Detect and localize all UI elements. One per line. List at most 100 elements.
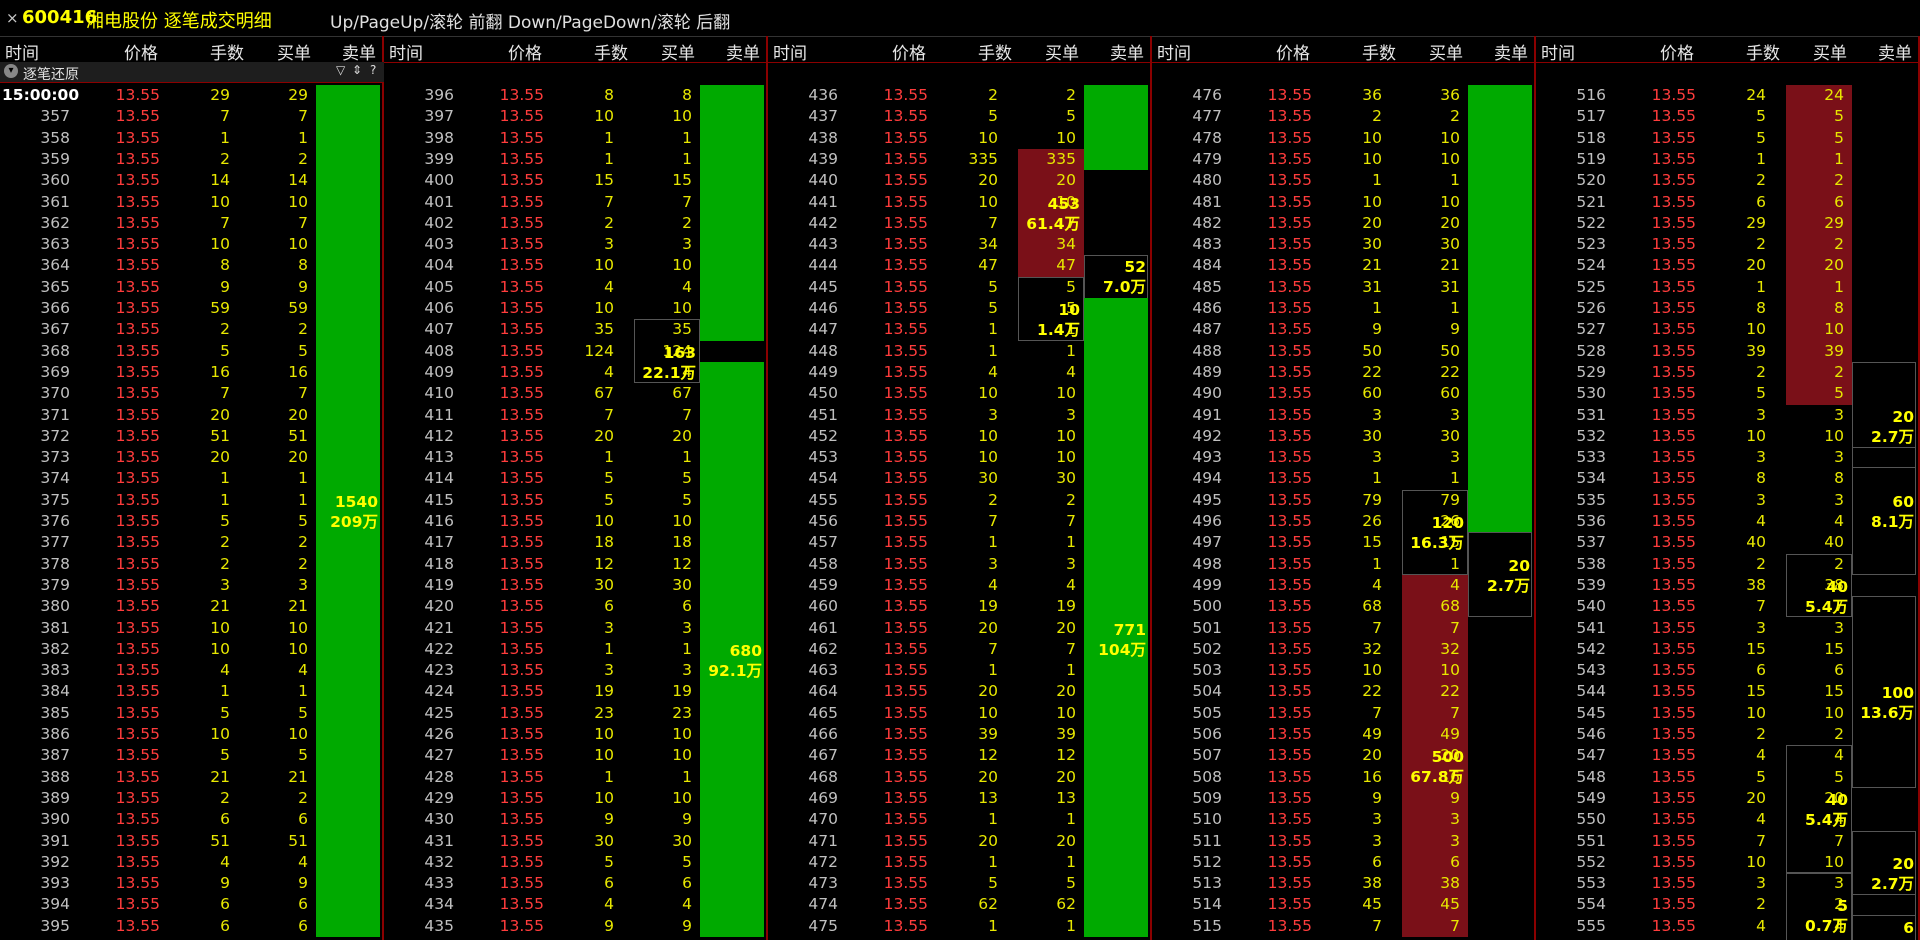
column-header: 时间 价格 手数 买单 卖单 <box>768 36 1150 64</box>
tick-time: 509 <box>1192 788 1222 807</box>
header-time[interactable]: 时间 <box>1541 39 1575 64</box>
header-price[interactable]: 价格 <box>124 39 158 64</box>
tick-time: 534 <box>1576 469 1606 488</box>
header-buy[interactable]: 买单 <box>661 39 695 64</box>
restore-label[interactable]: 逐笔还原 <box>23 64 79 84</box>
tick-price: 13.55 <box>1267 426 1312 445</box>
tick-time: 381 <box>40 618 70 637</box>
tick-row: 445 13.55 5 5 <box>768 277 1150 298</box>
tick-lots: 35 <box>594 320 614 339</box>
tick-order: 10 <box>1440 661 1460 680</box>
tick-order: 335 <box>1046 149 1076 168</box>
header-time[interactable]: 时间 <box>389 39 423 64</box>
tick-price: 13.55 <box>115 107 160 126</box>
tick-lots: 6 <box>1372 852 1382 871</box>
tick-price: 13.55 <box>1651 299 1696 317</box>
header-sell[interactable]: 卖单 <box>1878 39 1912 64</box>
tick-row: 508 13.55 16 16 <box>1152 767 1534 788</box>
sort-icon[interactable]: ⇕ <box>352 63 362 77</box>
tick-lots: 1 <box>988 916 998 935</box>
tick-time: 424 <box>424 682 454 701</box>
tick-order: 34 <box>1056 235 1076 254</box>
header-lots[interactable]: 手数 <box>1362 39 1396 64</box>
tick-price: 13.55 <box>115 916 160 935</box>
tick-lots: 30 <box>594 575 614 594</box>
tick-row: 449 13.55 4 4 <box>768 362 1150 383</box>
header-buy[interactable]: 买单 <box>277 39 311 64</box>
header-sell[interactable]: 卖单 <box>726 39 760 64</box>
tick-column: 时间 价格 手数 买单 卖单 396 13.55 8 8 397 13.55 10 10 398 13.55… <box>384 36 768 940</box>
tick-lots: 1 <box>604 639 614 658</box>
header-time[interactable]: 时间 <box>5 39 39 64</box>
tick-row: 456 13.55 7 7 <box>768 511 1150 532</box>
tick-lots: 5 <box>1756 767 1766 786</box>
tick-time: 492 <box>1192 426 1222 445</box>
header-lots[interactable]: 手数 <box>210 39 244 64</box>
tick-order: 7 <box>1450 618 1460 637</box>
tick-time: 543 <box>1576 661 1606 680</box>
tick-price: 13.55 <box>1651 213 1696 232</box>
help-icon[interactable]: ? <box>370 63 376 77</box>
tick-lots: 10 <box>210 235 230 254</box>
chevron-down-icon[interactable]: ▾ <box>4 64 18 78</box>
tick-order: 6 <box>1834 192 1844 211</box>
tick-order: 15 <box>672 171 692 190</box>
tick-time: 393 <box>40 874 70 893</box>
tick-lots: 20 <box>210 405 230 424</box>
tick-time: 401 <box>424 192 454 211</box>
filter-icon[interactable]: ▽ <box>336 63 345 77</box>
tick-order: 6 <box>298 810 308 829</box>
tick-price: 13.55 <box>499 299 544 317</box>
tick-price: 13.55 <box>499 554 544 573</box>
tick-time: 377 <box>40 533 70 552</box>
tick-row: 529 13.55 2 2 <box>1536 362 1918 383</box>
tick-row: 433 13.55 6 6 <box>384 873 766 894</box>
tick-lots: 9 <box>604 810 614 829</box>
header-lots[interactable]: 手数 <box>594 39 628 64</box>
tick-row: 459 13.55 4 4 <box>768 575 1150 596</box>
header-sell[interactable]: 卖单 <box>1110 39 1144 64</box>
tick-price: 13.55 <box>499 192 544 211</box>
tick-price: 13.55 <box>115 788 160 807</box>
tick-price: 13.55 <box>1651 362 1696 381</box>
header-sell[interactable]: 卖单 <box>1494 39 1528 64</box>
tick-price: 13.55 <box>499 788 544 807</box>
header-lots[interactable]: 手数 <box>978 39 1012 64</box>
tick-lots: 10 <box>978 128 998 147</box>
tick-row: 447 13.55 1 1 <box>768 319 1150 340</box>
tick-price: 13.55 <box>499 597 544 616</box>
tick-lots: 10 <box>1746 852 1766 871</box>
tick-lots: 1 <box>1756 277 1766 296</box>
header-price[interactable]: 价格 <box>508 39 542 64</box>
tick-lots: 1 <box>220 469 230 488</box>
header-buy[interactable]: 买单 <box>1429 39 1463 64</box>
order-aggregate: 163 22.1万 <box>642 343 696 383</box>
tick-row: 503 13.55 10 10 <box>1152 660 1534 681</box>
header-lots[interactable]: 手数 <box>1746 39 1780 64</box>
tick-time: 404 <box>424 256 454 275</box>
tick-time: 535 <box>1576 490 1606 509</box>
tick-order: 51 <box>288 831 308 850</box>
tick-order: 1 <box>1066 810 1076 829</box>
header-time[interactable]: 时间 <box>1157 39 1191 64</box>
tick-lots: 39 <box>1746 341 1766 360</box>
header-price[interactable]: 价格 <box>1660 39 1694 64</box>
header-price[interactable]: 价格 <box>892 39 926 64</box>
close-icon[interactable]: × <box>6 9 19 27</box>
header-price[interactable]: 价格 <box>1276 39 1310 64</box>
tick-price: 13.55 <box>1651 320 1696 339</box>
tick-lots: 3 <box>1372 448 1382 467</box>
tick-time: 437 <box>808 107 838 126</box>
tick-price: 13.55 <box>1267 852 1312 871</box>
tick-lots: 6 <box>220 810 230 829</box>
tick-order: 1 <box>682 767 692 786</box>
tick-lots: 62 <box>978 895 998 914</box>
header-buy[interactable]: 买单 <box>1813 39 1847 64</box>
tick-price: 13.55 <box>115 149 160 168</box>
tick-row: 379 13.55 3 3 <box>0 575 382 596</box>
header-time[interactable]: 时间 <box>773 39 807 64</box>
header-sell[interactable]: 卖单 <box>342 39 376 64</box>
tick-order: 30 <box>1440 426 1460 445</box>
header-buy[interactable]: 买单 <box>1045 39 1079 64</box>
tick-time: 384 <box>40 682 70 701</box>
